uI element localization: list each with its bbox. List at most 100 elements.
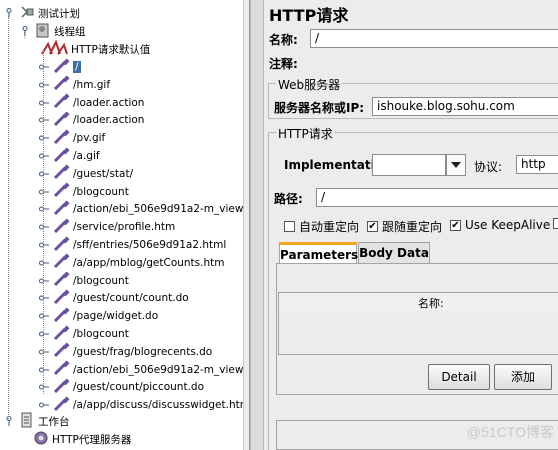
tree-toggle-icon[interactable]	[38, 186, 50, 198]
tree-node-http-sampler[interactable]: /a/app/mblog/getCounts.htm	[38, 253, 224, 272]
tree-node-http-sampler[interactable]: /a.gif	[38, 146, 100, 165]
tree-node-http-sampler[interactable]: /guest/frag/blogrecents.do	[38, 342, 212, 361]
add-button[interactable]: 添加	[494, 364, 552, 390]
chevron-down-icon[interactable]	[446, 154, 466, 176]
tab-parameters[interactable]: Parameters	[279, 242, 358, 264]
tree-node-http-sampler[interactable]: /blogcount	[38, 271, 129, 290]
tree-label: HTTP代理服务器	[52, 433, 132, 446]
tree-toggle-icon[interactable]	[38, 79, 50, 91]
http-request-legend: HTTP请求	[276, 125, 335, 142]
tree-node-http-sampler[interactable]: /blogcount	[38, 324, 129, 344]
tree-toggle-icon[interactable]	[38, 364, 50, 376]
tree-label: 工作台	[38, 415, 70, 428]
tree-node-http-sampler[interactable]: /page/widget.do	[38, 307, 158, 325]
tree-node-http-sampler[interactable]: /sff/entries/506e9d91a2.html	[38, 235, 227, 255]
pipette-icon	[52, 75, 70, 94]
checkbox-unchecked-icon[interactable]	[553, 218, 558, 229]
tree-node-http-sampler[interactable]: /guest/stat/	[38, 164, 133, 183]
comment-label: 注释:	[269, 57, 298, 71]
tree-toggle-icon[interactable]	[38, 168, 50, 180]
tree-toggle-icon[interactable]	[38, 61, 50, 73]
tree-toggle-icon[interactable]	[38, 275, 50, 287]
tree-node-http-sampler[interactable]: /action/ebi_506e9d91a2-m_view-type_	[38, 360, 249, 379]
tree-node-http-sampler[interactable]: /hm.gif	[38, 75, 111, 94]
split-pane-divider[interactable]	[250, 0, 264, 450]
tree-toggle-icon[interactable]	[3, 7, 15, 19]
tree-toggle-icon[interactable]	[19, 25, 31, 37]
table-header-name: 名称:	[418, 297, 444, 310]
tree-label: 线程组	[54, 25, 86, 38]
tree-node-thread-group[interactable]: 线程组	[19, 22, 86, 40]
pipette-icon	[52, 200, 70, 219]
tree-node-http-sampler[interactable]: /action/ebi_506e9d91a2-m_view-type_	[38, 200, 249, 219]
comment-field[interactable]	[310, 53, 558, 72]
pipette-icon	[52, 218, 70, 237]
tree-label: /hm.gif	[73, 78, 111, 91]
tree-label: 测试计划	[38, 7, 80, 20]
tree-label: /sff/entries/506e9d91a2.html	[73, 239, 227, 251]
tree-toggle-icon[interactable]	[38, 221, 50, 233]
pipette-icon	[52, 289, 70, 308]
test-plan-tree[interactable]: 测试计划 线程组 HTTP请求默认值 / /hm.gif/loader.actio…	[0, 0, 250, 450]
tree-toggle-icon[interactable]	[38, 257, 50, 269]
pipette-icon	[52, 93, 70, 112]
tree-toggle-icon[interactable]	[38, 310, 50, 322]
tree-label: /blogcount	[73, 274, 129, 287]
checkbox-label: 跟随重定向	[382, 220, 443, 234]
tree-toggle-icon[interactable]	[38, 381, 50, 393]
tab-body-data[interactable]: Body Data	[358, 242, 430, 264]
proxy-server-icon	[33, 430, 49, 449]
tree-toggle-icon[interactable]	[38, 328, 50, 340]
pipette-icon	[52, 378, 70, 397]
test-plan-icon	[19, 5, 35, 22]
tree-node-http-sampler[interactable]: /service/profile.htm	[38, 218, 175, 236]
pipette-icon	[52, 57, 70, 77]
protocol-label: 协议:	[474, 160, 503, 174]
pipette-icon	[52, 324, 70, 344]
tree-node-http-sampler[interactable]: /blogcount	[38, 182, 129, 201]
tree-node-workbench[interactable]: 工作台	[3, 412, 70, 430]
tree-node-http-sampler[interactable]: /guest/count/piccount.do	[38, 378, 204, 396]
detail-button[interactable]: Detail	[428, 364, 490, 390]
tree-node-test-plan[interactable]: 测试计划	[3, 4, 80, 22]
tree-node-http-sampler[interactable]: /guest/count/count.do	[38, 289, 189, 307]
tree-toggle-icon[interactable]	[38, 399, 50, 411]
name-field[interactable]: /	[310, 29, 558, 48]
tree-label: /blogcount	[73, 328, 129, 340]
tree-node-http-sampler[interactable]: /	[38, 57, 81, 77]
tree-label: HTTP请求默认值	[71, 43, 151, 56]
tree-toggle-icon[interactable]	[38, 239, 50, 251]
pipette-icon	[52, 235, 70, 255]
path-field[interactable]: /	[316, 188, 558, 207]
tree-toggle-icon[interactable]	[38, 346, 50, 358]
tree-toggle-icon[interactable]	[38, 292, 50, 304]
protocol-field[interactable]: http	[516, 155, 558, 174]
tree-node-http-defaults[interactable]: HTTP请求默认值	[40, 38, 151, 58]
tree-node-http-sampler[interactable]: /loader.action	[38, 93, 144, 112]
thread-group-icon	[35, 22, 51, 41]
server-field[interactable]: ishouke.blog.sohu.com	[372, 97, 558, 116]
tree-node-proxy-server[interactable]: HTTP代理服务器	[19, 430, 131, 448]
auto-redirect-checkbox[interactable]: 自动重定向	[284, 218, 359, 235]
tree-node-http-sampler[interactable]: /pv.gif	[38, 129, 105, 147]
tree-toggle-icon[interactable]	[38, 203, 50, 215]
keepalive-checkbox[interactable]: ✔ Use KeepAlive	[450, 218, 550, 232]
tree-label: /service/profile.htm	[73, 221, 176, 234]
tree-toggle-icon[interactable]	[38, 132, 50, 144]
tree-label: /loader.action	[73, 114, 145, 127]
server-label: 服务器名称或IP:	[274, 101, 365, 115]
tree-toggle-icon[interactable]	[38, 150, 50, 162]
implementation-select[interactable]	[372, 154, 446, 176]
tree-toggle-icon[interactable]	[38, 97, 50, 109]
tree-node-http-sampler[interactable]: /a/app/discuss/discusswidget.htm	[38, 396, 249, 414]
checkbox-checked-icon: ✔	[450, 219, 461, 231]
tree-label: /guest/count/piccount.do	[73, 381, 205, 394]
tree-toggle-icon[interactable]	[38, 114, 50, 126]
parameters-table-body[interactable]	[278, 311, 558, 355]
pipette-icon	[52, 253, 70, 272]
tree-node-http-sampler[interactable]: /loader.action	[38, 111, 144, 129]
tree-toggle-icon[interactable]	[3, 415, 15, 427]
watermark: @51CTO博客	[466, 424, 554, 440]
tree-scrollbar[interactable]	[243, 0, 249, 450]
follow-redirect-checkbox[interactable]: ✔ 跟随重定向	[367, 218, 442, 235]
